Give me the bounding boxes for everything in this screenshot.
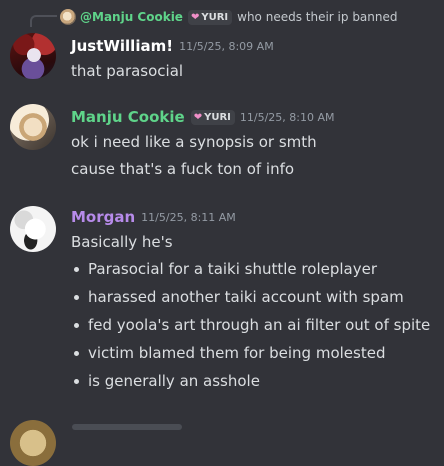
reply-tag-label: YURI xyxy=(201,11,229,23)
avatar[interactable] xyxy=(10,33,56,79)
avatar[interactable] xyxy=(10,104,56,150)
message-header: JustWilliam! 11/5/25, 8:09 AM xyxy=(71,35,274,57)
avatar[interactable] xyxy=(10,420,56,466)
server-tag[interactable]: ❤ YURI xyxy=(190,109,235,125)
tag-label: YURI xyxy=(204,111,231,123)
message-text: ok i need like a synopsis or smth xyxy=(71,133,317,151)
list-item: is generally an asshole xyxy=(71,370,430,398)
username[interactable]: JustWilliam! xyxy=(71,37,173,55)
reply-preview[interactable]: @Manju Cookie ❤ YURI who needs their ip b… xyxy=(60,8,398,26)
avatar[interactable] xyxy=(10,206,56,252)
list-item: Parasocial for a taiki shuttle roleplaye… xyxy=(71,258,430,286)
reply-snippet[interactable]: who needs their ip banned xyxy=(237,10,397,24)
reply-connector-line xyxy=(30,15,57,27)
reply-author-name[interactable]: @Manju Cookie xyxy=(80,10,183,24)
reply-avatar-icon[interactable] xyxy=(60,9,76,25)
username[interactable]: Morgan xyxy=(71,208,135,226)
list-item: victim blamed them for being molested xyxy=(71,342,430,370)
list-item: fed yoola's art through an ai filter out… xyxy=(71,314,430,342)
message-header: Manju Cookie ❤ YURI 11/5/25, 8:10 AM xyxy=(71,106,335,128)
message-text: cause that's a fuck ton of info xyxy=(71,160,295,178)
timestamp[interactable]: 11/5/25, 8:09 AM xyxy=(179,40,274,53)
next-message-header-partial xyxy=(72,424,182,430)
list-item: harassed another taiki account with spam xyxy=(71,286,430,314)
pink-heart-icon: ❤ xyxy=(190,11,200,23)
message-text: Basically he's xyxy=(71,233,173,251)
reply-server-tag[interactable]: ❤ YURI xyxy=(187,9,233,25)
message-text: that parasocial xyxy=(71,62,184,80)
bullet-list: Parasocial for a taiki shuttle roleplaye… xyxy=(71,258,430,398)
pink-heart-icon: ❤ xyxy=(193,111,203,123)
username[interactable]: Manju Cookie xyxy=(71,108,185,126)
timestamp[interactable]: 11/5/25, 8:11 AM xyxy=(141,211,236,224)
timestamp[interactable]: 11/5/25, 8:10 AM xyxy=(240,111,335,124)
message-header: Morgan 11/5/25, 8:11 AM xyxy=(71,206,236,228)
